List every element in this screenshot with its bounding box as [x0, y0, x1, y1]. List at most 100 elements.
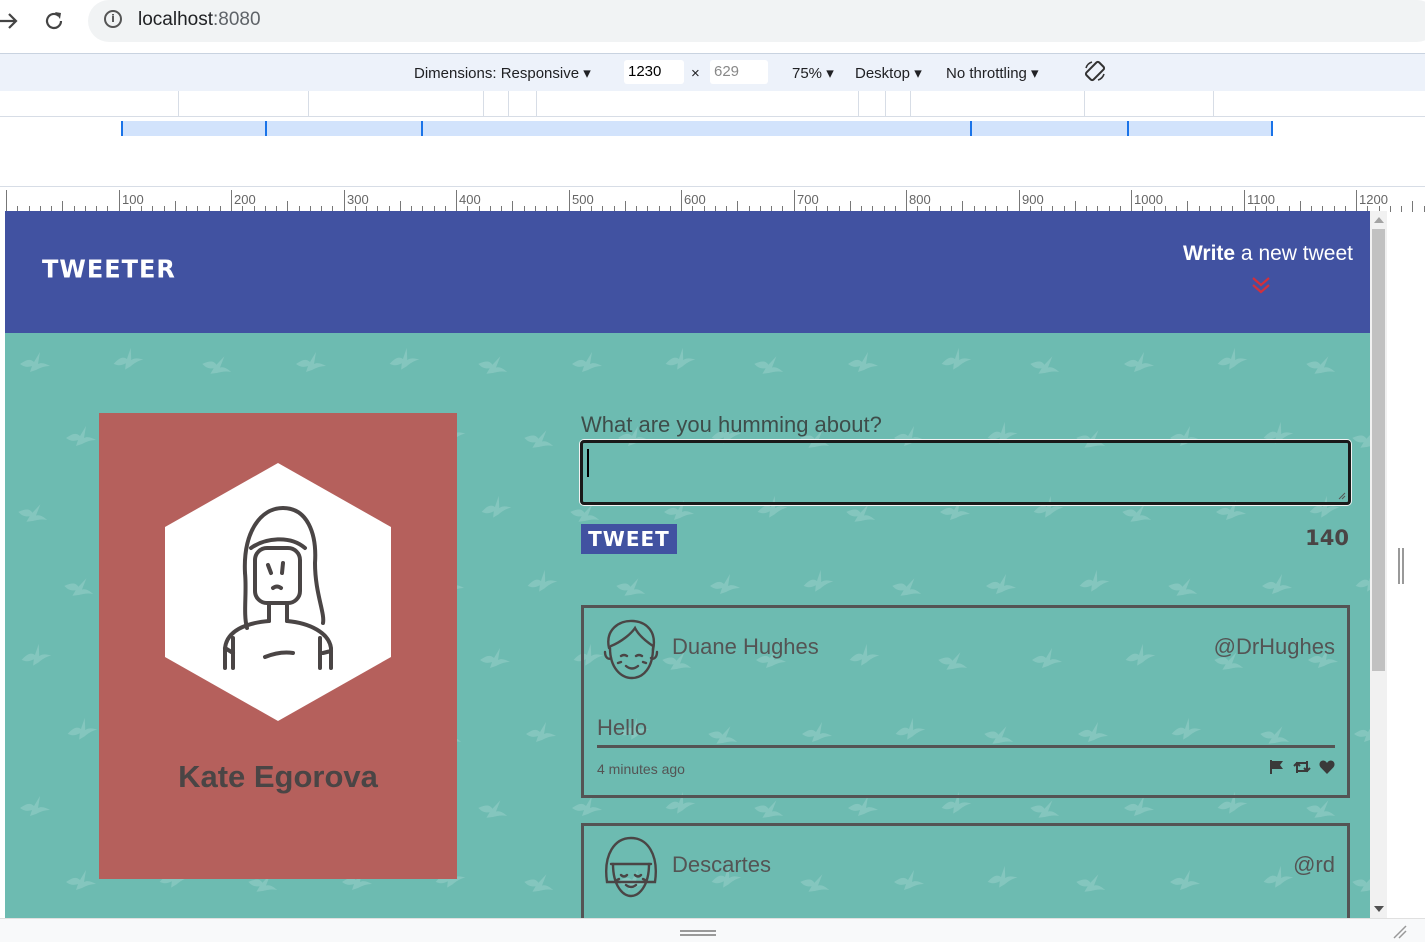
url-text[interactable]: localhost:8080: [138, 9, 261, 31]
bird-pattern-mark: [64, 578, 94, 596]
ruler-tick: [1412, 201, 1413, 212]
scroll-thumb[interactable]: [1372, 229, 1385, 671]
composer-label: What are you humming about?: [581, 412, 882, 437]
width-input[interactable]: 1230: [624, 60, 684, 84]
viewport-height-resize-handle[interactable]: [680, 930, 716, 936]
site-logo[interactable]: TWEETER: [42, 254, 176, 283]
flag-icon[interactable]: [1269, 759, 1285, 775]
bird-pattern-mark: [527, 569, 558, 592]
ruler-tick: [456, 190, 457, 212]
bird-pattern-mark: [20, 796, 50, 816]
tweet-text: Hello: [597, 715, 648, 740]
info-icon[interactable]: i: [104, 10, 122, 28]
bird-pattern-mark: [21, 643, 52, 666]
ruler-tick: [906, 190, 907, 212]
zoom-dropdown[interactable]: 75% ▾: [792, 64, 834, 82]
address-bar[interactable]: [88, 0, 1425, 42]
tweet-author-handle: @DrHughes: [1213, 634, 1335, 659]
bird-pattern-mark: [892, 578, 922, 596]
bird-pattern-mark: [1355, 569, 1370, 592]
scroll-up-arrow-icon[interactable]: [1374, 217, 1384, 223]
ruler-tick: [1131, 190, 1132, 212]
ruler-tick: [1244, 190, 1245, 212]
ruler-label: 700: [797, 192, 819, 207]
throttling-dropdown[interactable]: No throttling ▾: [946, 64, 1039, 82]
ruler-tick: [1356, 190, 1357, 212]
times-sign: ×: [691, 65, 700, 82]
scroll-down-arrow-icon[interactable]: [1374, 906, 1384, 912]
breakpoint-bar[interactable]: [121, 121, 1272, 136]
bird-pattern-mark: [1352, 874, 1370, 892]
bird-pattern-mark: [1030, 800, 1060, 818]
ruler-tick: [681, 190, 682, 212]
reload-icon[interactable]: [41, 8, 67, 34]
bird-pattern-mark: [480, 648, 510, 668]
tweet-author-name: Descartes: [672, 852, 772, 877]
bird-pattern-mark: [18, 504, 48, 522]
ruler-label: 100: [122, 192, 144, 207]
bird-pattern-mark: [66, 870, 96, 890]
bird-pattern-mark: [1354, 728, 1370, 742]
double-chevron-down-icon[interactable]: [1251, 275, 1271, 295]
profile-name: Kate Egorova: [178, 759, 378, 794]
bird-pattern-mark: [1124, 352, 1154, 372]
profile-card: Kate Egorova: [99, 413, 457, 879]
bird-pattern-mark: [481, 495, 512, 518]
character-counter: 140: [1305, 526, 1349, 550]
bird-pattern-mark: [1168, 578, 1198, 596]
bird-pattern-mark: [616, 578, 646, 596]
bird-pattern-mark: [202, 356, 232, 374]
ruler-label: 1100: [1247, 192, 1275, 207]
bird-pattern-mark: [1030, 356, 1060, 374]
page-scrollbar[interactable]: [1370, 211, 1387, 918]
ruler-label: 300: [347, 192, 369, 207]
bird-pattern-mark: [803, 569, 834, 592]
bird-pattern-mark: [1262, 574, 1292, 594]
ruler-tick: [1390, 206, 1391, 212]
user-avatar: [605, 836, 657, 898]
profile-avatar: [165, 463, 391, 721]
ruler-tick: [344, 190, 345, 212]
bird-pattern-mark: [296, 352, 326, 372]
textarea-resize-handle[interactable]: [1338, 492, 1346, 500]
media-query-bar: [0, 91, 1425, 117]
bird-pattern-mark: [754, 356, 784, 374]
bird-pattern-mark: [1306, 800, 1336, 818]
dimensions-dropdown[interactable]: Dimensions: Responsive ▾: [414, 64, 591, 82]
bird-pattern-mark: [665, 347, 696, 370]
pixel-ruler: 100 200 300 400 500 600 700 800 900 1000 1100 1200: [0, 186, 1425, 212]
bird-pattern-mark: [848, 352, 878, 372]
write-new-tweet-button[interactable]: Write a new tweet: [1183, 242, 1353, 266]
bird-pattern-mark: [848, 796, 878, 816]
bird-pattern-mark: [389, 347, 420, 370]
viewport-width-resize-handle[interactable]: [1398, 548, 1404, 584]
tweet-textarea[interactable]: [580, 440, 1351, 505]
ruler-label: 800: [909, 192, 931, 207]
bird-pattern-mark: [478, 800, 508, 818]
browser-toolbar: i localhost:8080: [0, 0, 1425, 46]
retweet-icon[interactable]: [1293, 759, 1311, 775]
ruler-tick: [1019, 190, 1020, 212]
bird-pattern-mark: [572, 796, 602, 816]
rotate-icon[interactable]: [1083, 59, 1107, 83]
forward-arrow-icon[interactable]: [0, 8, 22, 34]
ruler-label: 1000: [1134, 192, 1163, 207]
bird-pattern-mark: [572, 352, 602, 372]
ruler-label: 1200: [1359, 192, 1388, 207]
tweet-actions: [1269, 759, 1335, 775]
corner-resize-icon[interactable]: [1393, 925, 1407, 939]
ruler-tick: [794, 190, 795, 212]
height-input[interactable]: 629: [710, 60, 768, 84]
bird-pattern-mark: [524, 874, 554, 892]
ruler-label: 600: [684, 192, 706, 207]
site-header: TWEETER Write a new tweet: [5, 211, 1370, 333]
bird-pattern-mark: [20, 352, 50, 372]
tweet-submit-button[interactable]: TWEET: [581, 524, 677, 554]
bird-pattern-mark: [754, 800, 784, 818]
device-toolbar: Dimensions: Responsive ▾ 1230 × 629 75% …: [0, 53, 1425, 92]
device-dropdown[interactable]: Desktop ▾: [855, 64, 922, 82]
bird-pattern-mark: [1079, 569, 1110, 592]
heart-icon[interactable]: [1319, 759, 1335, 775]
tweet-card: Descartes @rd: [581, 823, 1350, 918]
bird-pattern-mark: [113, 347, 144, 370]
